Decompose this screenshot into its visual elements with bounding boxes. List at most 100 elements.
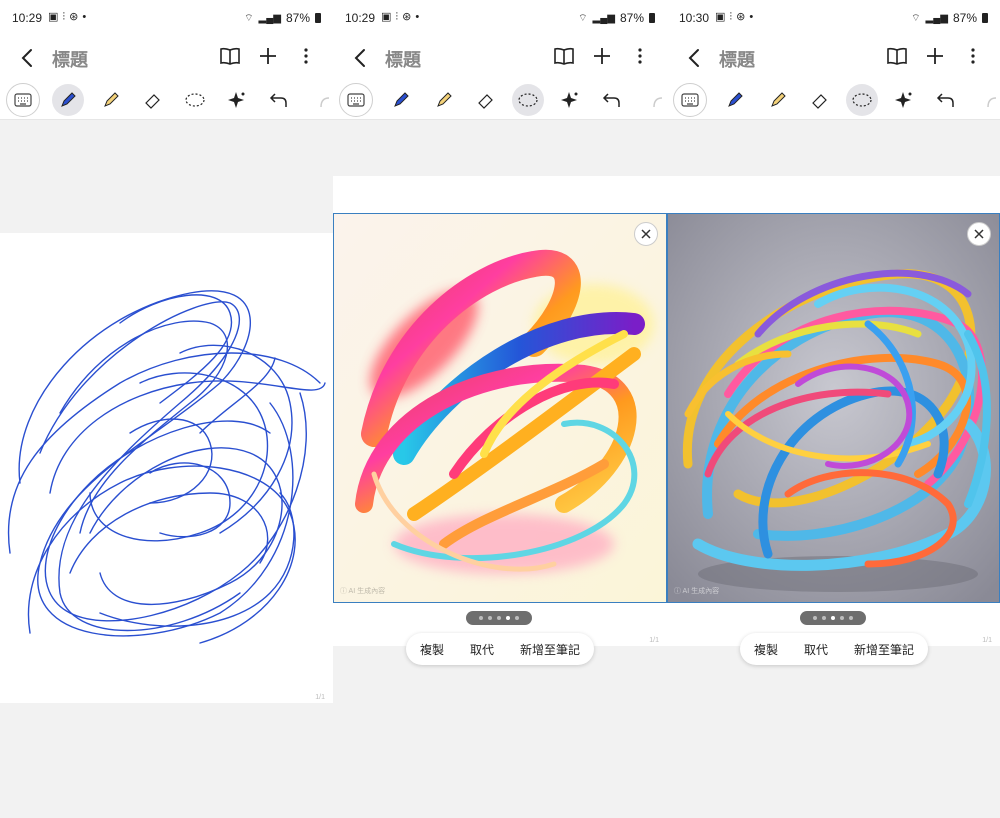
page-dot [840,616,844,620]
keyboard-icon[interactable] [339,83,373,117]
sparkle-icon[interactable] [221,84,253,116]
redo-icon[interactable] [305,84,333,116]
status-time: 10:29 [12,11,43,25]
page-dot [849,616,853,620]
sparkle-icon[interactable] [888,84,920,116]
ai-watermark: ⓘ AI 生成內容 [340,588,386,595]
more-icon[interactable] [295,44,317,68]
image-action-bar: 複製 取代 新增至筆記 [406,633,595,665]
status-right: ⌔ ▂▄▆ 87% [244,11,321,25]
page-number: 1/1 [649,637,659,644]
app-bar: 標題 [333,36,667,80]
ai-image-2 [668,214,999,602]
note-title[interactable]: 標題 [52,46,88,72]
close-icon[interactable] [634,222,658,246]
more-icon[interactable] [962,44,984,68]
eraser-icon[interactable] [137,84,169,116]
page-dot [813,616,817,620]
eraser-icon[interactable] [470,84,502,116]
generated-image[interactable]: ⓘ AI 生成內容 [667,213,1000,603]
panel-2: 10:29 ▣ ⫶ ⊛ • ⌔ ▂▄▆ 87% 標題 1/1 ⓘ AI 生成內容… [333,0,667,818]
keyboard-icon[interactable] [673,83,707,117]
app-bar-actions [553,44,651,68]
close-icon[interactable] [967,222,991,246]
battery-icon [649,13,655,23]
sync-icon: ⊛ [402,11,412,23]
more-icon[interactable] [629,44,651,68]
app-bar-actions [886,44,984,68]
note-page[interactable]: 1/1 [0,233,333,703]
plus-icon[interactable] [924,44,946,68]
sync-icon: ⊛ [736,11,746,23]
page-dot [515,616,519,620]
image-action-bar: 複製 取代 新增至筆記 [740,633,929,665]
pen-toolbar [667,80,1000,120]
book-icon[interactable] [553,44,575,68]
gallery-icon: ▣ [48,11,59,23]
scribble-drawing [7,290,326,644]
lasso-icon[interactable] [512,84,544,116]
replace-button[interactable]: 取代 [470,641,494,658]
sparkle-icon[interactable] [554,84,586,116]
status-right: ⌔ ▂▄▆ 87% [911,11,988,25]
back-icon[interactable] [347,44,375,72]
pen-icon[interactable] [52,84,84,116]
status-bar: 10:30 ▣ ⫶ ⊛ • ⌔ ▂▄▆ 87% [667,0,1000,36]
gallery-icon: ▣ [715,11,726,23]
page-number: 1/1 [982,637,992,644]
generated-image[interactable]: ⓘ AI 生成內容 [333,213,667,603]
dot-icon: • [82,11,87,23]
add-to-note-button[interactable]: 新增至筆記 [854,641,914,658]
status-bar: 10:29 ▣ ⫶ ⊛ • ⌔ ▂▄▆ 87% [0,0,333,36]
undo-icon[interactable] [930,84,962,116]
panel-1: 10:29 ▣ ⫶ ⊛ • ⌔ ▂▄▆ 87% 標題 1/1 [0,0,333,818]
battery-level: 87% [952,11,977,25]
signal-icon: ▂▄▆ [592,12,615,24]
pen-toolbar [0,80,333,120]
screenshot-triptych: 10:29 ▣ ⫶ ⊛ • ⌔ ▂▄▆ 87% 標題 1/1 10:29 ▣ ⫶… [0,0,1000,818]
status-bar: 10:29 ▣ ⫶ ⊛ • ⌔ ▂▄▆ 87% [333,0,667,36]
copy-button[interactable]: 複製 [420,641,444,658]
book-icon[interactable] [886,44,908,68]
app-bar: 標題 [0,36,333,80]
add-to-note-button[interactable]: 新增至筆記 [520,641,580,658]
plus-icon[interactable] [257,44,279,68]
panel-3: 10:30 ▣ ⫶ ⊛ • ⌔ ▂▄▆ 87% 標題 1/1 ⓘ AI 生成內容… [667,0,1000,818]
redo-icon[interactable] [638,84,667,116]
voice-icon: ⫶ [395,11,399,23]
undo-icon[interactable] [263,84,295,116]
highlighter-icon[interactable] [95,84,127,116]
copy-button[interactable]: 複製 [754,641,778,658]
highlighter-icon[interactable] [428,84,460,116]
status-right: ⌔ ▂▄▆ 87% [578,11,655,25]
book-icon[interactable] [219,44,241,68]
dot-icon: • [415,11,420,23]
lasso-icon[interactable] [846,84,878,116]
voice-icon: ⫶ [729,11,733,23]
status-time: 10:30 [679,11,710,25]
pen-icon[interactable] [719,84,751,116]
page-dot [822,616,826,620]
lasso-icon[interactable] [179,84,211,116]
ai-watermark: ⓘ AI 生成內容 [674,588,720,595]
note-title[interactable]: 標題 [385,46,421,72]
keyboard-icon[interactable] [6,83,40,117]
replace-button[interactable]: 取代 [804,641,828,658]
sync-icon: ⊛ [69,11,79,23]
page-dot [479,616,483,620]
notification-icons: ▣ ⫶ ⊛ • [715,10,753,24]
eraser-icon[interactable] [804,84,836,116]
undo-icon[interactable] [596,84,628,116]
note-title[interactable]: 標題 [719,46,755,72]
back-icon[interactable] [14,44,42,72]
plus-icon[interactable] [591,44,613,68]
highlighter-icon[interactable] [762,84,794,116]
page-dot [497,616,501,620]
redo-icon[interactable] [972,84,1000,116]
battery-level: 87% [619,11,644,25]
gallery-icon: ▣ [381,11,392,23]
back-icon[interactable] [681,44,709,72]
battery-icon [315,13,321,23]
pen-icon[interactable] [385,84,417,116]
page-dot [488,616,492,620]
